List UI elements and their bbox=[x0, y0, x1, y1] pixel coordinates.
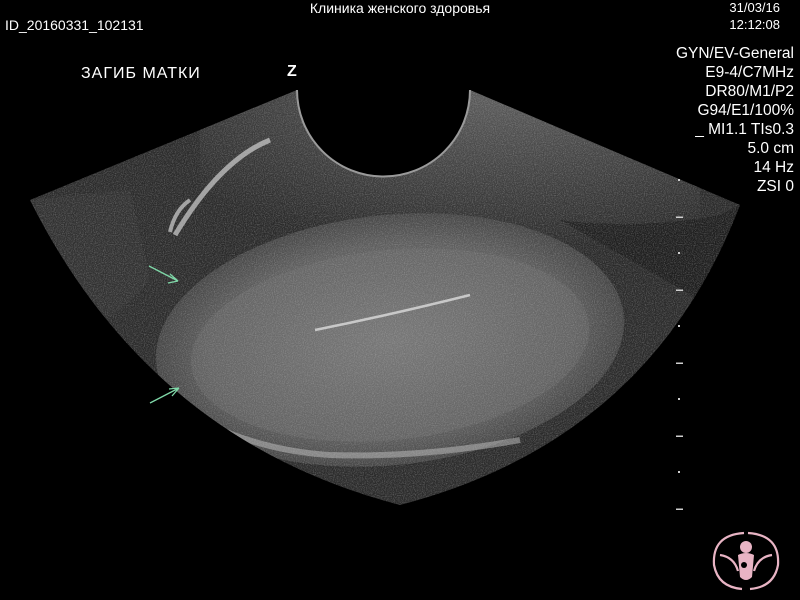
arrow-icon bbox=[149, 387, 180, 404]
scan-parameters: GYN/EV-General E9-4/C7MHz DR80/M1/P2 G94… bbox=[676, 44, 794, 196]
depth-scale-dot bbox=[678, 471, 680, 473]
param-dynamic-range: DR80/M1/P2 bbox=[705, 83, 794, 100]
zoom-indicator: Z bbox=[287, 63, 297, 80]
clinic-title: Клиника женского здоровья bbox=[309, 0, 491, 16]
param-zsi: ZSI 0 bbox=[756, 178, 794, 195]
param-gain: G94/E1/100% bbox=[697, 102, 794, 119]
depth-scale-dot bbox=[678, 325, 680, 327]
study-id: ID_20160331_102131 bbox=[5, 17, 144, 33]
depth-scale-tick bbox=[676, 362, 683, 364]
clinic-logo-icon bbox=[712, 531, 780, 591]
param-probe: E9-4/C7MHz bbox=[705, 64, 794, 81]
exam-date: 31/03/16 bbox=[729, 0, 780, 15]
param-depth: 5.0 cm bbox=[747, 140, 794, 157]
depth-scale-dot bbox=[678, 398, 680, 400]
exam-time: 12:12:08 bbox=[729, 17, 780, 32]
image-annotation: ЗАГИБ МАТКИ bbox=[81, 65, 201, 82]
depth-scale-tick bbox=[676, 216, 683, 218]
param-mi-tis: _ MI1.1 TIs0.3 bbox=[695, 121, 794, 138]
depth-scale-tick bbox=[676, 435, 683, 437]
depth-scale-dot bbox=[678, 252, 680, 254]
depth-scale-tick bbox=[676, 289, 683, 291]
depth-scale-tick bbox=[676, 508, 683, 510]
param-frame-rate: 14 Hz bbox=[753, 159, 795, 176]
param-preset: GYN/EV-General bbox=[675, 45, 794, 62]
